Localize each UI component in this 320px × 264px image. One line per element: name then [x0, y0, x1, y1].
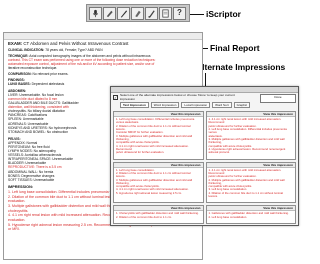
tab-local-impression[interactable]: Local Impression: [181, 102, 211, 109]
pen-icon: [120, 9, 128, 18]
impression-grid: View this impression 1. Left lung base c…: [111, 109, 298, 226]
highlighter-button[interactable]: [131, 6, 144, 20]
tab-text-impression[interactable]: Text Impression: [120, 102, 149, 109]
pencil-button[interactable]: [103, 6, 116, 20]
report-title-bar: [4, 33, 202, 40]
exam-line: EXAM: CT Abdomen and Pelvis Without Intr…: [8, 41, 129, 46]
document-icon: [162, 9, 169, 17]
callout-final-report: Final Report: [210, 43, 260, 53]
help-button[interactable]: ?: [173, 6, 186, 20]
document-button[interactable]: [159, 6, 172, 20]
card-line: 4. Hypodense right adnexal lesion. Recom…: [208, 146, 286, 155]
pencil-icon: [106, 10, 113, 17]
brush-icon: [148, 9, 155, 18]
dialog-tabs: Text Impression Word Impression Local Im…: [120, 102, 251, 109]
highlighter-icon: [135, 10, 141, 17]
callout-alt-impressions: Alternate Impressions: [196, 62, 286, 72]
comparison-line: COMPARISON: No relevant prior exams.: [8, 72, 69, 77]
select-checkbox[interactable]: ✓: [113, 95, 118, 100]
dialog-header: ✓ Select one of the alternate impression…: [111, 93, 298, 109]
impression-item: or MRI.: [8, 227, 20, 232]
card-line: 5. Hypodense right adnexal lesion measur…: [116, 190, 182, 195]
impression-card[interactable]: View this impression 1. Left lung base c…: [113, 111, 204, 160]
alternate-impressions-dialog: ✓ Select one of the alternate impression…: [110, 86, 299, 226]
impression-card[interactable]: View this impression 1. Cholecystitis wi…: [113, 205, 204, 225]
impression-card[interactable]: View this impression 1. 4.1 cm right ren…: [205, 111, 296, 160]
microphone-button[interactable]: [89, 6, 102, 20]
tab-word-sort[interactable]: Word Sort: [212, 102, 232, 109]
callout-scriptor: iScriptor: [206, 9, 241, 19]
brush-button[interactable]: [145, 6, 158, 20]
impression-card[interactable]: View this impression 1. Left lung base c…: [113, 161, 204, 204]
card-line: 2. Dilation of the common bile duct to 1…: [116, 214, 172, 219]
done-button[interactable]: Done: [260, 94, 296, 103]
impression-card[interactable]: View this impression 1. 4.1 cm right ren…: [205, 161, 296, 204]
microphone-icon: [92, 9, 99, 17]
iscriptor-toolbar: ?: [86, 4, 190, 22]
callout-line-scriptor: [190, 14, 204, 15]
tab-word-impression[interactable]: Word Impression: [150, 102, 180, 109]
card-line: 2. Left lung base consolidation.: [208, 214, 248, 219]
card-line: 4. Dilation of the common bile duct to 1…: [208, 190, 283, 198]
help-icon: ?: [177, 8, 182, 17]
pen-button[interactable]: [117, 6, 130, 20]
card-line: pelvic ultrasound for further evaluation…: [116, 150, 165, 155]
tab-graphic[interactable]: Graphic: [233, 102, 251, 109]
callout-line-alt-impressions: [205, 73, 206, 86]
impression-card[interactable]: View this impression 1. Gallstones with …: [205, 205, 296, 225]
dialog-instruction: Select one of the alternate impressions …: [120, 93, 235, 101]
